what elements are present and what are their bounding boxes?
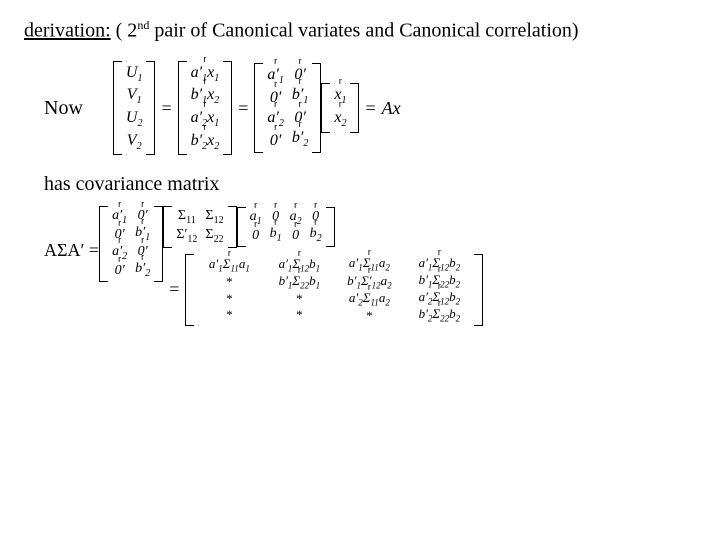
blk-b2p: b′2 bbox=[292, 128, 309, 151]
A-0b: 0′ bbox=[112, 263, 127, 280]
ax-column: a′1x1 b′1x2 a′2x1 b′2x2 bbox=[178, 61, 233, 156]
result-matrix: a′1Σ11a1 * * * a′1Σ12b1 b′1Σ22b1 * * a′1… bbox=[185, 254, 483, 326]
V1: V1 bbox=[126, 85, 143, 108]
U1: U1 bbox=[126, 63, 143, 86]
r-c33: a′2Σ11a2 bbox=[338, 291, 400, 308]
has-cov-label: has covariance matrix bbox=[44, 173, 696, 196]
Ap-b1: b1 bbox=[270, 226, 282, 245]
Ap-0a: 0 bbox=[250, 228, 262, 245]
Sig12p: Σ′12 bbox=[176, 227, 197, 246]
Sigma-matrix: Σ11 Σ′12 Σ12 Σ22 bbox=[163, 206, 236, 248]
r-c21: * bbox=[198, 275, 260, 290]
equals-4: = bbox=[163, 279, 185, 300]
Ap-0c: 0 bbox=[290, 228, 302, 245]
title-rest2: pair of Canonical variates and Canonical… bbox=[149, 20, 578, 42]
derivation-keyword: derivation: bbox=[24, 20, 111, 42]
equals-1: = bbox=[155, 98, 177, 119]
x2: x2 bbox=[334, 108, 346, 131]
Sig12: Σ12 bbox=[205, 208, 223, 227]
blk-0-2: 0′ bbox=[267, 131, 284, 151]
uv-vector: U1 V1 U2 V2 bbox=[113, 61, 156, 156]
r-c44: b′2Σ22b2 bbox=[408, 307, 470, 324]
r-c31: * bbox=[198, 292, 260, 307]
r-c41: * bbox=[198, 308, 260, 323]
now-label: Now bbox=[44, 97, 83, 120]
r-c32: * bbox=[268, 292, 330, 307]
equation-row-1: Now U1 V1 U2 V2 = a′1x1 b′1x2 a′2x1 b′2x… bbox=[24, 61, 696, 156]
Sig22: Σ22 bbox=[205, 227, 223, 246]
r-c42: * bbox=[268, 308, 330, 323]
A-matrix: a′1 0′ a′2 0′ 0′ b′1 0′ b′2 bbox=[99, 206, 163, 281]
Sig11: Σ11 bbox=[176, 208, 197, 227]
r-c11: a′1Σ11a1 bbox=[198, 257, 260, 274]
derivation-title: derivation: ( 2nd pair of Canonical vari… bbox=[24, 18, 696, 43]
V2: V2 bbox=[126, 131, 143, 154]
Ap-b2: b2 bbox=[310, 226, 322, 245]
U2: U2 bbox=[126, 108, 143, 131]
ASigAp-label: AΣA′ = bbox=[44, 206, 99, 261]
A-b2: b′2 bbox=[135, 261, 150, 280]
title-sup: nd bbox=[137, 18, 149, 32]
Ap-matrix: a1 0 0 b1 a2 0 0 b2 bbox=[237, 207, 335, 247]
Ax: Ax bbox=[382, 97, 401, 120]
r-c43: * bbox=[338, 309, 400, 324]
equation-row-2: AΣA′ = a′1 0′ a′2 0′ 0′ b′1 0′ b′2 Σ11 Σ… bbox=[24, 206, 696, 325]
block-matrix: a′1 0′ a′2 0′ 0′ b′1 0′ b′2 bbox=[254, 63, 321, 152]
b2x2: b′2x2 bbox=[191, 131, 220, 154]
equals-2: = bbox=[232, 98, 254, 119]
title-rest1: ( 2 bbox=[111, 20, 138, 42]
r-c22: b′1Σ22b1 bbox=[268, 274, 330, 291]
x-vector: x1 x2 bbox=[321, 83, 359, 132]
equals-3: = bbox=[359, 98, 381, 119]
